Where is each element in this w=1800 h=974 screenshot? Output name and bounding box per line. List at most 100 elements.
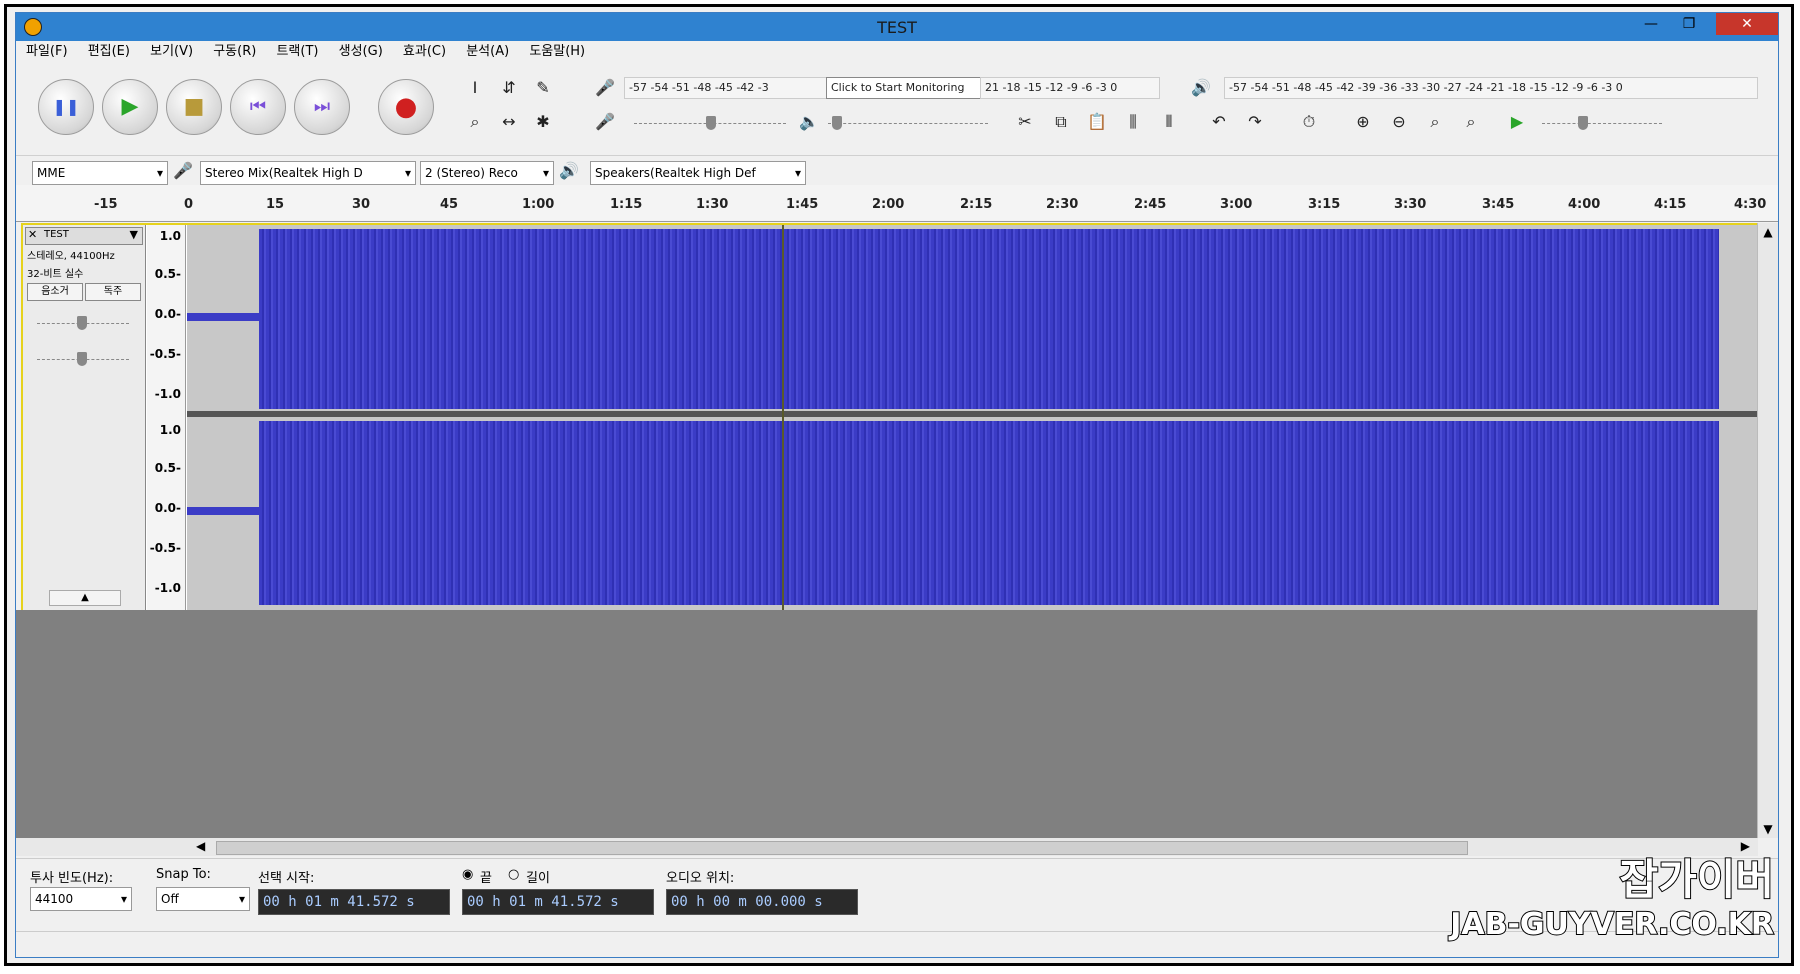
draw-tool-icon[interactable]: ✎ bbox=[530, 75, 556, 101]
play-speed-slider[interactable] bbox=[1542, 116, 1662, 130]
menu-analyze[interactable]: 분석(A) bbox=[466, 41, 509, 63]
pan-slider[interactable] bbox=[37, 352, 129, 366]
scale-label: 0.0- bbox=[154, 307, 181, 321]
zoom-tool-icon[interactable]: ⌕ bbox=[462, 109, 488, 135]
paste-icon[interactable]: 📋 bbox=[1084, 109, 1110, 135]
timeshift-tool-icon[interactable]: ↔ bbox=[496, 109, 522, 135]
playback-device-speaker-icon: 🔊 bbox=[559, 161, 579, 180]
menu-generate[interactable]: 생성(G) bbox=[339, 41, 383, 63]
record-meter-mic-icon[interactable]: 🎤 bbox=[592, 75, 618, 101]
horizontal-scroll-thumb[interactable] bbox=[216, 841, 1468, 855]
track-name: TEST bbox=[44, 229, 69, 240]
fit-project-icon[interactable]: ⌕ bbox=[1458, 109, 1484, 135]
empty-track-area[interactable] bbox=[16, 610, 1758, 838]
track-panel: ✕ TEST ▼ 스테레오, 44100Hz 32-비트 실수 음소거 독주 ▲… bbox=[21, 223, 1760, 612]
vertical-scrollbar[interactable]: ▲ ▼ bbox=[1757, 223, 1778, 838]
track-close-icon[interactable]: ✕ bbox=[28, 228, 37, 241]
close-button[interactable]: ✕ bbox=[1716, 13, 1778, 35]
playback-device-select[interactable]: Speakers(Realtek High Def bbox=[590, 161, 806, 185]
play-button[interactable]: ▶ bbox=[102, 79, 158, 135]
pan-thumb[interactable] bbox=[77, 352, 87, 366]
zoom-out-icon[interactable]: ⊖ bbox=[1386, 109, 1412, 135]
sync-lock-icon[interactable]: ⏱ bbox=[1296, 109, 1322, 135]
ruler-label: 2:15 bbox=[960, 197, 993, 212]
menu-tracks[interactable]: 트랙(T) bbox=[276, 41, 318, 63]
skip-to-end-button[interactable]: ⏭ bbox=[294, 79, 350, 135]
pause-button[interactable]: ❚❚ bbox=[38, 79, 94, 135]
menu-transport[interactable]: 구동(R) bbox=[213, 41, 256, 63]
scale-label: 0.0- bbox=[154, 501, 181, 515]
snap-to-select[interactable]: Off bbox=[156, 887, 250, 911]
waveform-right-channel[interactable] bbox=[259, 421, 1719, 605]
collapse-track-button[interactable]: ▲ bbox=[49, 590, 121, 606]
maximize-button[interactable]: ❐ bbox=[1672, 13, 1706, 35]
silence-icon[interactable]: ⫴ bbox=[1156, 109, 1182, 135]
scale-label: -0.5- bbox=[149, 541, 181, 555]
title-bar: TEST — ❐ ✕ bbox=[16, 13, 1778, 41]
watermark-korean: 잡가이버 bbox=[1618, 854, 1775, 905]
fit-selection-icon[interactable]: ⌕ bbox=[1422, 109, 1448, 135]
selection-start-time[interactable]: 00 h 01 m 41.572 s bbox=[258, 889, 450, 915]
mute-button[interactable]: 음소거 bbox=[27, 283, 83, 301]
record-meter-scale[interactable]: -57 -54 -51 -48 -45 -42 -3 bbox=[624, 77, 830, 99]
envelope-tool-icon[interactable]: ⇵ bbox=[496, 75, 522, 101]
menu-effect[interactable]: 효과(C) bbox=[403, 41, 446, 63]
waveform-left-channel[interactable] bbox=[259, 229, 1719, 409]
play-icon: ▶ bbox=[121, 94, 139, 119]
scroll-up-icon[interactable]: ▲ bbox=[1758, 225, 1778, 239]
output-volume-thumb[interactable] bbox=[832, 116, 842, 130]
length-radio[interactable]: ○ bbox=[508, 867, 519, 882]
ruler-label: 15 bbox=[266, 197, 285, 212]
toolbar: ❚❚ ▶ ■ ⏮ ⏭ ● I ⇵ ✎ ⌕ ↔ ✱ 🎤 -57 -54 -51 -… bbox=[16, 65, 1778, 155]
cut-icon[interactable]: ✂ bbox=[1012, 109, 1038, 135]
project-rate-select[interactable]: 44100 bbox=[30, 887, 132, 911]
track-menu-chevron-icon[interactable]: ▼ bbox=[130, 228, 138, 241]
output-volume-slider[interactable] bbox=[828, 116, 988, 130]
project-rate-label: 투사 빈도(Hz): bbox=[30, 871, 114, 886]
window-title: TEST bbox=[877, 18, 917, 37]
record-button[interactable]: ● bbox=[378, 79, 434, 135]
recording-channels-select[interactable]: 2 (Stereo) Reco bbox=[420, 161, 554, 185]
timeline-ruler[interactable]: -15 0 15 30 45 1:00 1:15 1:30 1:45 2:00 … bbox=[16, 185, 1778, 222]
gain-slider[interactable] bbox=[37, 316, 129, 330]
scroll-down-icon[interactable]: ▼ bbox=[1758, 822, 1778, 836]
waveform-area[interactable] bbox=[187, 225, 1758, 610]
trim-icon[interactable]: ⫼ bbox=[1120, 109, 1146, 135]
ruler-label: 4:15 bbox=[1654, 197, 1687, 212]
input-volume-thumb[interactable] bbox=[706, 116, 716, 130]
scroll-left-icon[interactable]: ◀ bbox=[196, 839, 205, 853]
input-volume-slider[interactable] bbox=[634, 116, 786, 130]
ruler-label: -15 bbox=[94, 197, 118, 212]
play-at-speed-icon[interactable]: ▶ bbox=[1504, 109, 1530, 135]
play-speed-thumb[interactable] bbox=[1578, 116, 1588, 130]
record-meter-scale-right[interactable]: 21 -18 -15 -12 -9 -6 -3 0 bbox=[980, 77, 1160, 99]
end-radio[interactable]: ◉ bbox=[462, 867, 473, 882]
gain-thumb[interactable] bbox=[77, 316, 87, 330]
skip-to-start-button[interactable]: ⏮ bbox=[230, 79, 286, 135]
track-name-bar[interactable]: ✕ TEST ▼ bbox=[25, 227, 143, 245]
horizontal-scrollbar[interactable]: ◀ ▶ bbox=[16, 838, 1758, 856]
copy-icon[interactable]: ⧉ bbox=[1048, 109, 1074, 135]
playback-meter-scale[interactable]: -57 -54 -51 -48 -45 -42 -39 -36 -33 -30 … bbox=[1224, 77, 1758, 99]
playback-meter-speaker-icon[interactable]: 🔊 bbox=[1188, 75, 1214, 101]
selection-end-time[interactable]: 00 h 01 m 41.572 s bbox=[462, 889, 654, 915]
menu-view[interactable]: 보기(V) bbox=[150, 41, 193, 63]
multi-tool-icon[interactable]: ✱ bbox=[530, 109, 556, 135]
minimize-button[interactable]: — bbox=[1634, 13, 1668, 35]
scroll-right-icon[interactable]: ▶ bbox=[1741, 839, 1750, 853]
redo-icon[interactable]: ↷ bbox=[1242, 109, 1268, 135]
menu-edit[interactable]: 편집(E) bbox=[88, 41, 130, 63]
start-monitoring-button[interactable]: Click to Start Monitoring bbox=[826, 77, 984, 99]
ruler-label: 4:30 bbox=[1734, 197, 1767, 212]
recording-device-select[interactable]: Stereo Mix(Realtek High D bbox=[200, 161, 416, 185]
audio-position-time[interactable]: 00 h 00 m 00.000 s bbox=[666, 889, 858, 915]
zoom-in-icon[interactable]: ⊕ bbox=[1350, 109, 1376, 135]
undo-icon[interactable]: ↶ bbox=[1206, 109, 1232, 135]
solo-button[interactable]: 독주 bbox=[85, 283, 141, 301]
menu-help[interactable]: 도움말(H) bbox=[529, 41, 585, 63]
audio-host-select[interactable]: MME bbox=[32, 161, 168, 185]
stop-button[interactable]: ■ bbox=[166, 79, 222, 135]
waveform-intro-left bbox=[187, 313, 259, 321]
selection-tool-icon[interactable]: I bbox=[462, 75, 488, 101]
menu-file[interactable]: 파일(F) bbox=[26, 41, 68, 63]
